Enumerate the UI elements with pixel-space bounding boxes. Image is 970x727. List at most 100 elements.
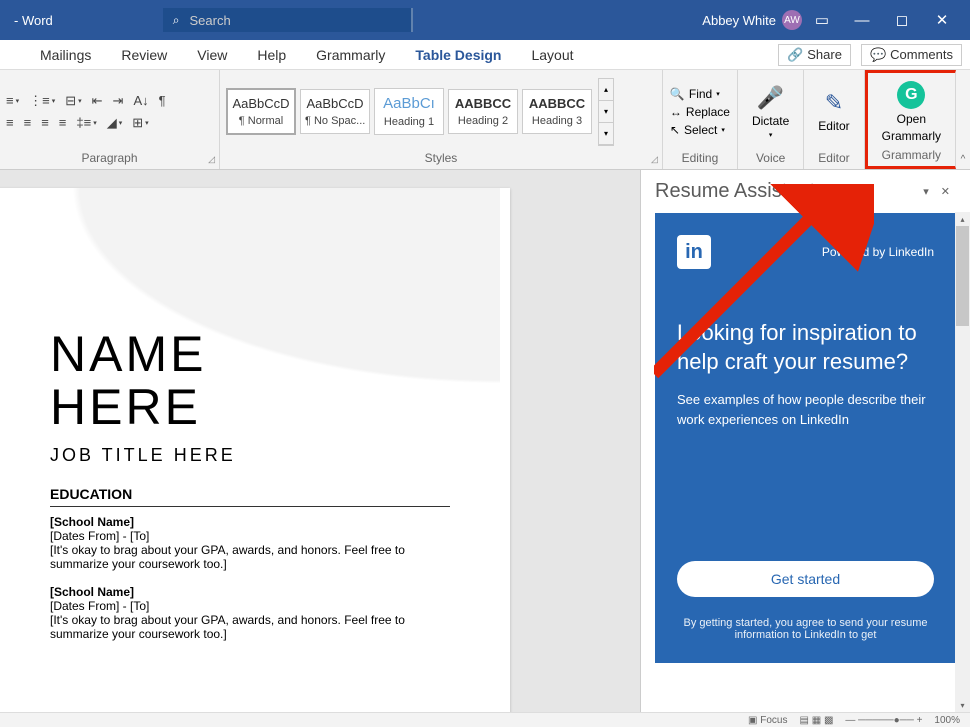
voice-label: Voice [744, 149, 797, 167]
tab-grammarly[interactable]: Grammarly [316, 47, 385, 63]
user-account[interactable]: Abbey White AW [702, 10, 802, 30]
scroll-down-icon[interactable]: ▾ [955, 698, 970, 712]
decrease-indent-button[interactable]: ⇤ [92, 93, 103, 109]
grammarly-group-label: Grammarly [874, 146, 949, 164]
doc-jobtitle[interactable]: JOB TITLE HERE [50, 445, 460, 466]
document-area[interactable]: NAME HERE JOB TITLE HERE EDUCATION [Scho… [0, 170, 640, 712]
ribbon-tabs: Mailings Review View Help Grammarly Tabl… [0, 40, 970, 70]
linkedin-icon: in [677, 235, 711, 269]
zoom-level[interactable]: 100% [934, 715, 960, 726]
status-bar: ▣ Focus ▤ ▦ ▩ — ─────●── + 100% [0, 712, 970, 727]
mic-icon: 🎤 [757, 85, 784, 111]
line-spacing-button[interactable]: ‡≡▾ [76, 115, 96, 130]
select-icon: ↖ [670, 123, 680, 137]
borders-button[interactable]: ⊞▾ [132, 115, 148, 131]
app-title: - Word [14, 13, 53, 28]
search-box[interactable]: ⌕ Search [163, 8, 413, 32]
focus-mode-button[interactable]: ▣ Focus [748, 715, 787, 726]
styles-expand-button[interactable]: ▾ [599, 123, 613, 145]
find-button[interactable]: 🔍Find ▾ [669, 86, 731, 102]
pane-heading: Looking for inspiration to help craft yo… [677, 319, 934, 376]
paragraph-label: Paragraph [81, 151, 137, 165]
editor-label: Editor [810, 149, 857, 167]
title-bar: - Word ⌕ Search Abbey White AW ▭ — ◻ ✕ [0, 0, 970, 40]
dictate-button[interactable]: 🎤 Dictate ▾ [744, 83, 797, 141]
styles-label: Styles [425, 151, 458, 165]
style-no-spacing[interactable]: AaBbCcD¶ No Spac... [300, 89, 370, 134]
grammarly-icon: G [897, 81, 925, 109]
maximize-button[interactable]: ◻ [882, 11, 922, 29]
align-right-button[interactable]: ≡ [41, 115, 49, 130]
sort-button[interactable]: A↓ [133, 93, 148, 108]
pane-title: Resume Assistant [655, 180, 917, 203]
numbering-button[interactable]: ⋮≡▾ [29, 93, 55, 109]
select-button[interactable]: ↖Select ▾ [669, 122, 731, 138]
doc-education-entry[interactable]: [School Name] [Dates From] - [To] [It's … [50, 585, 450, 641]
open-grammarly-button[interactable]: G Open Grammarly [874, 79, 949, 145]
replace-button[interactable]: ↔Replace [669, 104, 731, 120]
powered-by-label: Powered by LinkedIn [822, 245, 934, 259]
comments-button[interactable]: 💬Comments [861, 44, 962, 66]
pane-disclaimer: By getting started, you agree to send yo… [677, 617, 934, 641]
collapse-ribbon-button[interactable]: ^ [956, 70, 970, 169]
pane-close-button[interactable]: ✕ [935, 185, 956, 198]
find-icon: 🔍 [670, 87, 685, 101]
doc-education-heading[interactable]: EDUCATION [50, 486, 450, 507]
minimize-button[interactable]: — [842, 12, 882, 29]
styles-up-button[interactable]: ▴ [599, 79, 613, 101]
align-left-button[interactable]: ≡ [6, 115, 14, 130]
share-icon: 🔗 [787, 47, 803, 63]
multilevel-button[interactable]: ⊟▾ [65, 93, 81, 109]
ribbon-display-button[interactable]: ▭ [802, 11, 842, 29]
tab-mailings[interactable]: Mailings [40, 47, 91, 63]
increase-indent-button[interactable]: ⇥ [113, 93, 124, 109]
avatar: AW [782, 10, 802, 30]
group-editor: ✎ Editor Editor [804, 70, 864, 169]
group-paragraph: ≡▾ ⋮≡▾ ⊟▾ ⇤ ⇥ A↓ ¶ ≡ ≡ ≡ ≡ ‡≡▾ ◢▾ ⊞▾ [0, 70, 220, 169]
doc-name-line2[interactable]: HERE [50, 381, 460, 434]
page: NAME HERE JOB TITLE HERE EDUCATION [Scho… [0, 188, 510, 712]
show-marks-button[interactable]: ¶ [159, 93, 166, 108]
get-started-button[interactable]: Get started [677, 561, 934, 597]
editor-button[interactable]: ✎ Editor [810, 88, 857, 135]
styles-expand-icon[interactable]: ◿ [651, 154, 658, 165]
group-voice: 🎤 Dictate ▾ Voice [738, 70, 804, 169]
styles-nav: ▴ ▾ ▾ [598, 78, 614, 146]
scroll-thumb[interactable] [956, 226, 969, 326]
doc-education-entry[interactable]: [School Name] [Dates From] - [To] [It's … [50, 515, 450, 571]
paragraph-expand-icon[interactable]: ◿ [208, 154, 215, 165]
tab-help[interactable]: Help [257, 47, 286, 63]
replace-icon: ↔ [670, 105, 682, 119]
style-heading-1[interactable]: AaBbCıHeading 1 [374, 88, 444, 135]
comment-icon: 💬 [870, 47, 886, 63]
tab-review[interactable]: Review [121, 47, 167, 63]
shading-button[interactable]: ◢▾ [107, 115, 123, 131]
view-buttons[interactable]: ▤ ▦ ▩ [799, 715, 833, 726]
justify-button[interactable]: ≡ [59, 115, 67, 130]
scroll-up-icon[interactable]: ▴ [955, 212, 970, 226]
style-heading-2[interactable]: AABBCCHeading 2 [448, 89, 518, 134]
pane-options-button[interactable]: ▾ [917, 185, 935, 198]
pane-subtext: See examples of how people describe thei… [677, 390, 934, 429]
share-button[interactable]: 🔗Share [778, 44, 851, 66]
styles-down-button[interactable]: ▾ [599, 101, 613, 123]
style-normal[interactable]: AaBbCcD¶ Normal [226, 88, 296, 135]
doc-name-line1[interactable]: NAME [50, 328, 460, 381]
user-name: Abbey White [702, 13, 776, 28]
tab-view[interactable]: View [197, 47, 227, 63]
search-placeholder: Search [190, 13, 231, 28]
tab-table-design[interactable]: Table Design [415, 47, 501, 63]
tab-layout[interactable]: Layout [531, 47, 573, 63]
close-button[interactable]: ✕ [922, 11, 962, 29]
pane-scrollbar[interactable]: ▴ ▾ [955, 212, 970, 712]
editing-label: Editing [669, 149, 731, 167]
bullets-button[interactable]: ≡▾ [6, 93, 19, 108]
ribbon: ≡▾ ⋮≡▾ ⊟▾ ⇤ ⇥ A↓ ¶ ≡ ≡ ≡ ≡ ‡≡▾ ◢▾ ⊞▾ [0, 70, 970, 170]
search-icon: ⌕ [173, 13, 180, 28]
group-editing: 🔍Find ▾ ↔Replace ↖Select ▾ Editing [663, 70, 738, 169]
group-grammarly: G Open Grammarly Grammarly [865, 70, 956, 169]
zoom-slider[interactable]: — ─────●── + [845, 715, 922, 726]
style-heading-3[interactable]: AABBCCHeading 3 [522, 89, 592, 134]
align-center-button[interactable]: ≡ [24, 115, 32, 130]
group-styles: AaBbCcD¶ Normal AaBbCcD¶ No Spac... AaBb… [220, 70, 663, 169]
